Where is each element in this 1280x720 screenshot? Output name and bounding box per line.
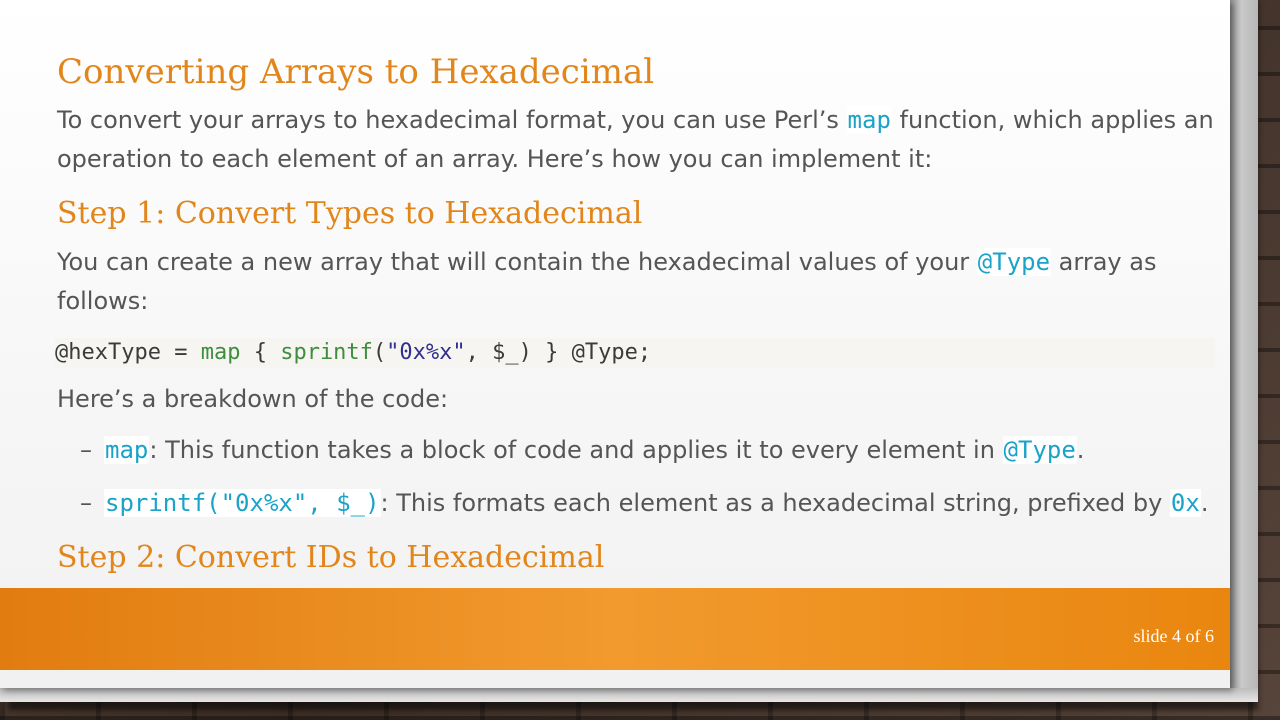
bullet-text-b: . bbox=[1076, 436, 1085, 464]
intro-paragraph: To convert your arrays to hexadecimal fo… bbox=[57, 101, 1217, 179]
inline-code-map: map bbox=[846, 106, 892, 134]
step2-heading: Step 2: Convert IDs to Hexadecimal bbox=[57, 540, 605, 575]
code-block: @hexType = map { sprintf("0x%x", $_) } @… bbox=[55, 338, 1215, 368]
code-sprintf-keyword: sprintf bbox=[280, 340, 373, 365]
slide-right-edge bbox=[1230, 0, 1258, 702]
inline-code-type: @Type bbox=[976, 248, 1052, 276]
bullet-item-sprintf: – sprintf("0x%x", $_): This formats each … bbox=[80, 489, 1208, 517]
intro-text-a: To convert your arrays to hexadecimal fo… bbox=[57, 106, 847, 134]
slide: Converting Arrays to Hexadecimal To conv… bbox=[0, 0, 1258, 702]
slide-number: slide 4 of 6 bbox=[1133, 626, 1215, 646]
slide-bottom-edge bbox=[0, 688, 1258, 702]
code-open-brace: { bbox=[240, 340, 281, 365]
code-rest: , $_) } @Type; bbox=[465, 340, 652, 365]
bullet-text-a: : This function takes a block of code an… bbox=[149, 436, 1003, 464]
step1-paragraph: You can create a new array that will con… bbox=[57, 243, 1217, 321]
bullet-code: sprintf("0x%x", $_) bbox=[104, 489, 381, 517]
bullet-text-b: . bbox=[1200, 489, 1209, 517]
step1-text-a: You can create a new array that will con… bbox=[57, 248, 977, 276]
step1-heading: Step 1: Convert Types to Hexadecimal bbox=[57, 196, 643, 231]
bullet-dash: – bbox=[80, 436, 92, 464]
bullet-item-map: – map: This function takes a block of cod… bbox=[80, 436, 1084, 464]
bullet-code-b: 0x bbox=[1169, 489, 1201, 517]
bullet-text-a: : This formats each element as a hexadec… bbox=[380, 489, 1170, 517]
slide-title: Converting Arrays to Hexadecimal bbox=[57, 52, 655, 92]
code-format-string: "0x%x" bbox=[386, 340, 466, 365]
footer-bar: slide 4 of 6 bbox=[0, 588, 1230, 670]
bullet-code: map bbox=[104, 436, 150, 464]
breakdown-intro: Here’s a breakdown of the code: bbox=[57, 385, 449, 413]
slide-content-panel: Converting Arrays to Hexadecimal To conv… bbox=[0, 0, 1230, 688]
bullet-code-b: @Type bbox=[1002, 436, 1077, 464]
code-map-keyword: map bbox=[200, 340, 241, 365]
bullet-dash: – bbox=[80, 489, 92, 517]
code-var: @hexType = bbox=[55, 340, 201, 365]
code-paren-open: ( bbox=[372, 340, 387, 365]
